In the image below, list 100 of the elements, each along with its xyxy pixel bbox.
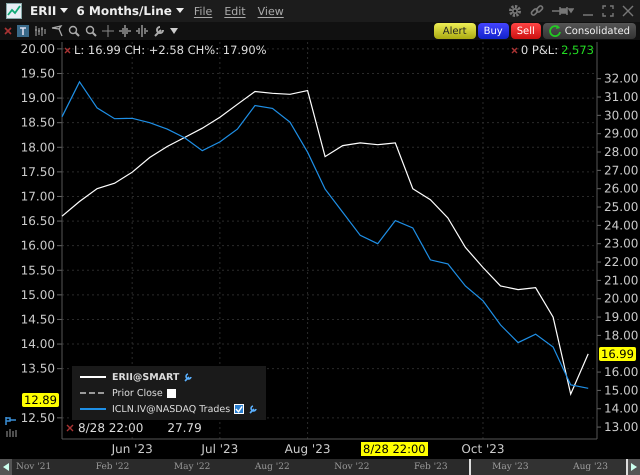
wrench-icon[interactable] <box>183 372 194 382</box>
settings-icon[interactable] <box>508 4 522 18</box>
axis-label: 14.00 <box>20 337 55 352</box>
axis-label: 26.00 <box>604 182 638 196</box>
axis-label: Jun '23 <box>112 442 153 456</box>
axis-label: 14.50 <box>20 312 55 326</box>
scroll-right-button[interactable] <box>628 459 640 475</box>
wrench-icon[interactable] <box>248 404 258 414</box>
caret-icon <box>60 8 68 14</box>
period-dropdown[interactable]: 6 Months/Line <box>76 4 184 18</box>
legend-label: Prior Close <box>112 388 163 398</box>
price-tag: 12.89 <box>22 393 59 407</box>
cursor-icon[interactable] <box>51 25 63 37</box>
text-tool-icon[interactable] <box>17 25 29 37</box>
compress-icon[interactable] <box>136 25 148 37</box>
axis-label: 18.50 <box>20 116 55 130</box>
position-label: 0 P&L: <box>520 43 558 57</box>
close-icon[interactable] <box>622 5 634 17</box>
legend-label: ERII@SMART <box>112 372 180 382</box>
axis-label: 15.00 <box>604 383 638 398</box>
axis-label: 24.00 <box>604 218 638 232</box>
sell-button[interactable]: Sell <box>510 23 541 39</box>
axis-label: 16.00 <box>604 365 638 380</box>
caret-icon[interactable] <box>170 27 178 35</box>
price-tag: 16.99 <box>599 346 636 361</box>
axis-label: 25.00 <box>604 200 638 214</box>
zoom-in-icon[interactable] <box>68 25 80 37</box>
axis-label: 16.50 <box>20 214 55 228</box>
axis-label: 18.00 <box>604 328 638 342</box>
pnl-value: 2,573 <box>561 43 594 57</box>
range-thumb[interactable] <box>469 459 628 475</box>
close-icon[interactable] <box>510 46 518 54</box>
close-icon[interactable] <box>64 46 71 54</box>
close-icon[interactable] <box>66 424 74 432</box>
axis-label: 19.50 <box>20 66 55 80</box>
flag-icon <box>5 417 17 425</box>
bars-icon[interactable] <box>34 25 46 37</box>
buy-button[interactable]: Buy <box>478 23 509 39</box>
axis-label: 13.50 <box>20 362 55 376</box>
axis-label: 31.00 <box>604 90 638 104</box>
axis-label: 17.00 <box>20 189 55 204</box>
data-feed-button[interactable]: Consolidated <box>542 23 636 39</box>
quote-text: L: 16.99 CH: +2.58 CH%: 17.90% <box>74 43 267 57</box>
navigator-track[interactable]: Nov '21 Feb '22 May '22 Aug '22 Nov '22 Feb '23 May '23 Aug '23 <box>12 459 628 475</box>
axis-label: 30.00 <box>604 108 638 122</box>
axis-label: 19.00 <box>20 91 55 106</box>
left-arrow-icon <box>3 463 9 471</box>
navigator-label: Aug '23 <box>573 462 608 472</box>
alert-button[interactable]: Alert <box>434 23 476 39</box>
navigator-label: May '22 <box>174 462 210 472</box>
caret-icon <box>176 8 184 14</box>
refresh-icon <box>548 24 562 38</box>
chart-logo-icon <box>6 3 22 19</box>
axis-label: 28.00 <box>604 145 638 160</box>
right-arrow-icon <box>631 463 637 471</box>
axis-label: Oct '23 <box>461 442 505 456</box>
axis-label: 15.50 <box>20 263 55 278</box>
axis-label: 13.00 <box>604 420 638 434</box>
axis-label: 23.00 <box>604 236 638 251</box>
symbol-dropdown[interactable]: ERII <box>30 4 68 18</box>
axis-label: 19.00 <box>604 310 638 324</box>
navigator-label: Feb '22 <box>96 462 130 472</box>
navigator-label: Nov '22 <box>334 462 370 472</box>
wrench-icon[interactable] <box>153 25 165 37</box>
zoom-out-icon[interactable] <box>85 25 97 37</box>
maximize-icon[interactable] <box>602 5 614 17</box>
cursor-time: 8/28 22:00 <box>78 421 144 435</box>
menu-item[interactable]: File <box>192 4 214 18</box>
checkbox[interactable] <box>166 388 176 398</box>
navigator-label: Feb '23 <box>414 462 448 472</box>
checkbox[interactable] <box>234 404 244 414</box>
time-tag: 8/28 22:00 <box>361 442 428 456</box>
axis-label: 20.00 <box>20 42 55 56</box>
axis-label: 15.00 <box>20 288 55 302</box>
menu-item[interactable]: Edit <box>222 4 248 18</box>
expand-icon[interactable] <box>119 25 131 37</box>
axis-label: 22.00 <box>604 255 638 270</box>
axis-label: 12.50 <box>20 410 55 425</box>
close-icon[interactable] <box>4 27 12 35</box>
scroll-left-button[interactable] <box>0 459 12 475</box>
axis-label: Jul '23 <box>201 442 238 456</box>
bars-icon <box>5 429 17 437</box>
axis-label: 20.00 <box>604 292 638 306</box>
axis-label: 27.00 <box>604 163 638 178</box>
menu-item[interactable]: View <box>256 4 286 18</box>
link-icon[interactable] <box>530 4 544 18</box>
legend-label: ICLN.IV@NASDAQ Trades <box>112 404 230 414</box>
axis-label: 18.00 <box>20 140 55 154</box>
axis-label: Aug '23 <box>284 442 330 456</box>
crosshair-icon[interactable] <box>102 25 114 37</box>
cursor-value: 27.79 <box>167 421 202 435</box>
axis-label: 16.00 <box>20 238 55 253</box>
navigator-label: May '23 <box>492 462 529 472</box>
axis-label: 21.00 <box>604 273 638 288</box>
axis-label: 14.00 <box>604 402 638 416</box>
navigator-label: Nov '21 <box>16 462 52 472</box>
axis-label: 32.00 <box>604 72 638 86</box>
navigator-label: Aug '22 <box>254 462 290 472</box>
axis-label: 17.50 <box>20 164 55 179</box>
pin-icon[interactable] <box>552 5 574 17</box>
